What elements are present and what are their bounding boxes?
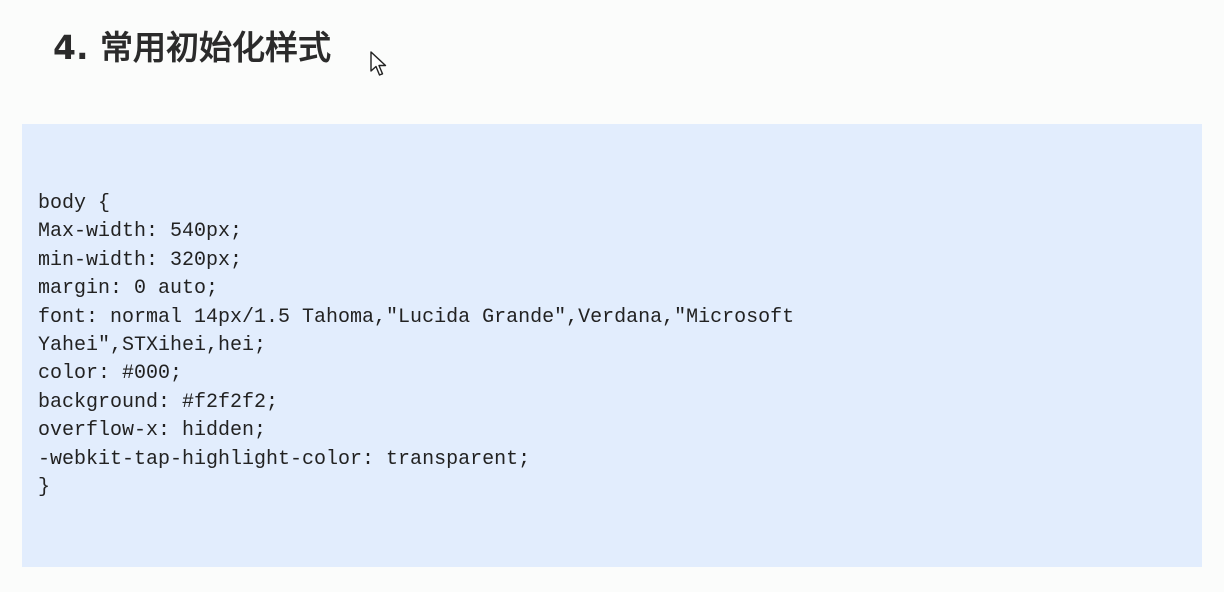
code-line: min-width: 320px; — [38, 248, 243, 272]
code-lines: body { Max-width: 540px; min-width: 320p… — [38, 190, 794, 502]
section-heading: 4. 常用初始化样式 — [53, 28, 331, 67]
code-line: margin: 0 auto; — [38, 277, 219, 301]
code-line: overflow-x: hidden; — [38, 419, 267, 443]
code-block: body { Max-width: 540px; min-width: 320p… — [22, 124, 1202, 567]
code-line: color: #000; — [38, 362, 183, 386]
code-line: Max-width: 540px; — [38, 220, 243, 244]
code-line: body { — [38, 192, 111, 215]
code-line: Yahei",STXihei,hei; — [38, 333, 267, 357]
code-line: -webkit-tap-highlight-color: transparent… — [38, 447, 531, 471]
code-line: } — [38, 475, 51, 499]
code-line: background: #f2f2f2; — [38, 390, 279, 414]
code-line: font: normal 14px/1.5 Tahoma,"Lucida Gra… — [38, 305, 795, 329]
arrow-pointer-icon — [370, 51, 387, 76]
document-page: 4. 常用初始化样式 body { Max-width: 540px; min-… — [0, 0, 1224, 592]
